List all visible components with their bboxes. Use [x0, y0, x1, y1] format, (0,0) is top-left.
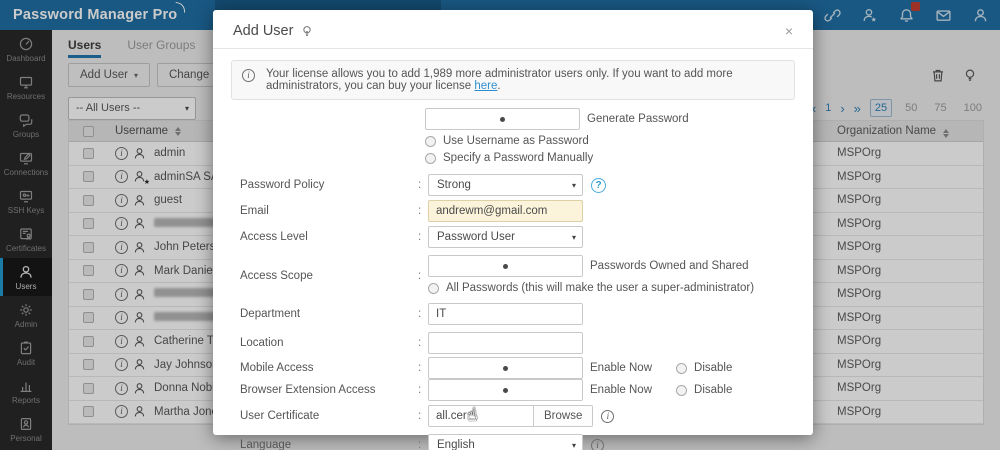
chevron-down-icon: ▾: [572, 441, 576, 450]
field-label: Access Level: [240, 231, 418, 243]
modal-title: Add User: [233, 23, 293, 39]
field-access-level: Access Level Password User ▾: [213, 224, 813, 250]
certificate-field[interactable]: [428, 405, 534, 427]
radio-mobile-disable[interactable]: [676, 363, 687, 374]
browse-button[interactable]: Browse: [534, 405, 593, 427]
license-banner-text: Your license allows you to add 1,989 mor…: [266, 68, 784, 92]
field-access-scope: Access Scope Passwords Owned and Shared …: [213, 250, 813, 299]
password-policy-select[interactable]: Strong ▾: [428, 174, 583, 196]
help-icon[interactable]: ?: [591, 178, 606, 193]
radio-label: Generate Password: [587, 113, 689, 125]
radio-label: Enable Now: [590, 362, 652, 374]
field-label: Language: [240, 439, 418, 450]
radio-label: Disable: [694, 384, 732, 396]
colon: [418, 362, 428, 374]
license-banner: i Your license allows you to add 1,989 m…: [231, 60, 795, 100]
language-select[interactable]: English ▾: [428, 434, 583, 450]
radio-passwords-owned-shared[interactable]: Passwords Owned and Shared: [428, 255, 754, 277]
colon: [418, 410, 428, 422]
access-level-select[interactable]: Password User ▾: [428, 226, 583, 248]
colon: [418, 270, 428, 282]
modal-header: Add User ×: [213, 10, 813, 49]
password-mode-options: Generate Password Use Username as Passwo…: [425, 108, 813, 164]
radio-icon[interactable]: [425, 153, 436, 164]
field-label: Department: [240, 308, 418, 320]
radio-mobile-enable[interactable]: [428, 357, 583, 379]
radio-icon[interactable]: [425, 136, 436, 147]
radio-label: All Passwords (this will make the user a…: [446, 282, 754, 294]
radio-label: Passwords Owned and Shared: [590, 260, 749, 272]
field-label: Password Policy: [240, 179, 418, 191]
field-label: Access Scope: [240, 270, 418, 282]
location-field[interactable]: [428, 332, 583, 354]
radio-generate-password[interactable]: Generate Password: [425, 108, 813, 130]
radio-specify-password[interactable]: Specify a Password Manually: [425, 152, 813, 164]
field-label: User Certificate: [240, 410, 418, 422]
colon: [418, 337, 428, 349]
field-label: Email: [240, 205, 418, 217]
radio-icon[interactable]: [428, 283, 439, 294]
access-level-value: Password User: [437, 231, 515, 243]
radio-icon[interactable]: [428, 255, 583, 277]
radio-browser-disable[interactable]: [676, 385, 687, 396]
radio-label: Disable: [694, 362, 732, 374]
chevron-down-icon: ▾: [572, 233, 576, 242]
field-user-certificate: User Certificate Browse i: [213, 401, 813, 431]
field-language: Language English ▾ i: [213, 431, 813, 450]
radio-icon[interactable]: [425, 108, 580, 130]
field-browser-extension-access: Browser Extension Access Enable Now Disa…: [213, 379, 813, 401]
colon: [418, 205, 428, 217]
info-icon[interactable]: i: [591, 439, 604, 450]
colon: [418, 439, 428, 450]
field-label: Location: [240, 337, 418, 349]
colon: [418, 179, 428, 191]
field-label: Browser Extension Access: [240, 384, 418, 396]
radio-label: Use Username as Password: [443, 135, 589, 147]
add-user-modal: Add User × i Your license allows you to …: [213, 10, 813, 435]
colon: [418, 384, 428, 396]
field-password-policy: Password Policy Strong ▾ ?: [213, 172, 813, 198]
chevron-down-icon: ▾: [572, 181, 576, 190]
bulb-icon[interactable]: [300, 24, 314, 39]
close-icon[interactable]: ×: [785, 24, 793, 38]
email-field[interactable]: [428, 200, 583, 222]
radio-browser-enable[interactable]: [428, 379, 583, 401]
license-text-suffix: .: [497, 80, 500, 92]
password-policy-value: Strong: [437, 179, 471, 191]
radio-label: Specify a Password Manually: [443, 152, 593, 164]
radio-all-passwords[interactable]: All Passwords (this will make the user a…: [428, 282, 754, 294]
info-icon: i: [242, 69, 255, 82]
buy-license-link[interactable]: here: [474, 80, 497, 92]
field-mobile-access: Mobile Access Enable Now Disable: [213, 357, 813, 379]
field-location: Location: [213, 328, 813, 357]
radio-label: Enable Now: [590, 384, 652, 396]
colon: [418, 308, 428, 320]
app-window: Password Manager Pro: [0, 0, 1000, 450]
department-field[interactable]: [428, 303, 583, 325]
radio-username-as-password[interactable]: Use Username as Password: [425, 135, 813, 147]
field-department: Department: [213, 299, 813, 328]
field-label: Mobile Access: [240, 362, 418, 374]
info-icon[interactable]: i: [601, 410, 614, 423]
language-value: English: [437, 439, 475, 450]
colon: [418, 231, 428, 243]
field-email: Email: [213, 198, 813, 224]
